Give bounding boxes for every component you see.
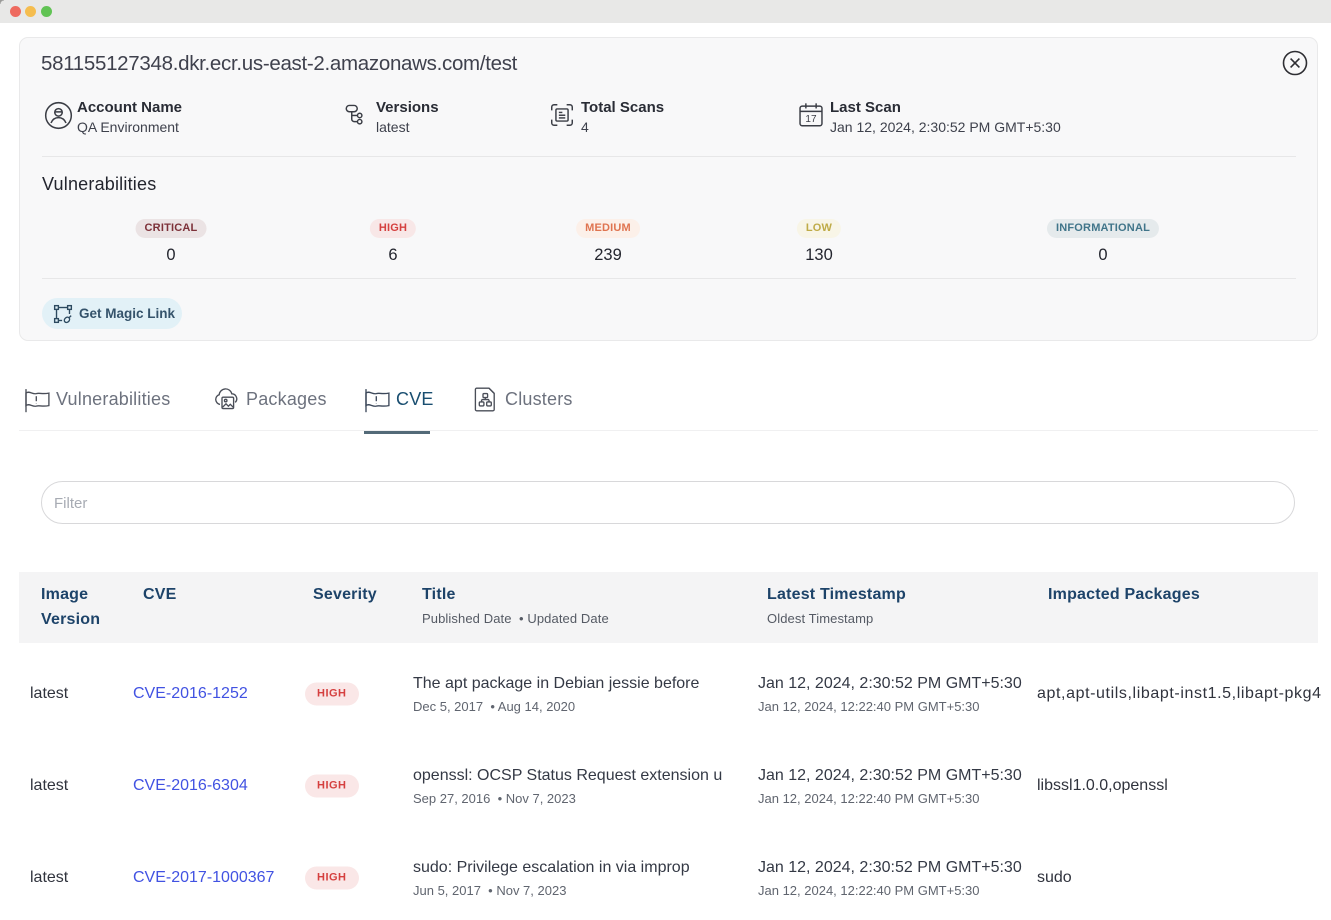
svg-text:17: 17: [805, 114, 817, 125]
